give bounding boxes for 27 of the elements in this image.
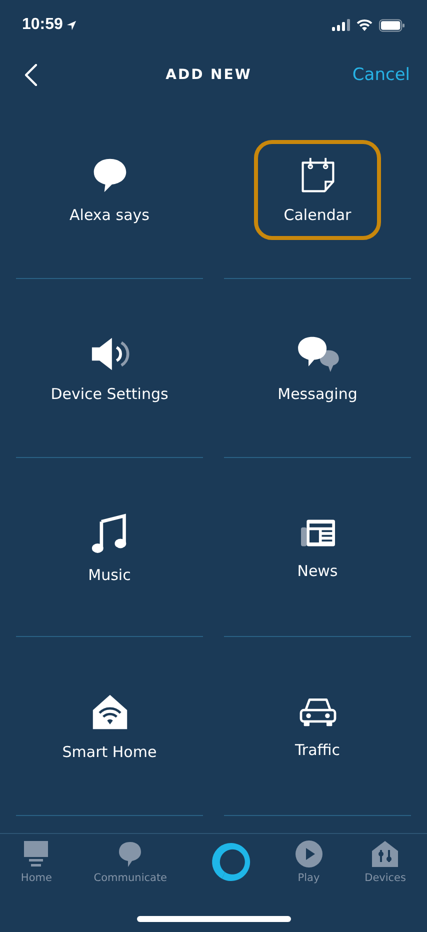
music-note-icon bbox=[90, 512, 128, 554]
cancel-button[interactable]: Cancel bbox=[352, 65, 410, 85]
display-icon bbox=[23, 840, 50, 868]
tile[interactable]: Messaging bbox=[254, 319, 381, 419]
tile[interactable]: Alexa says bbox=[46, 140, 173, 240]
wifi-icon bbox=[356, 19, 373, 31]
play-icon bbox=[294, 840, 323, 868]
tile[interactable]: Music bbox=[46, 498, 173, 598]
page-title: ADD NEW bbox=[166, 67, 252, 83]
tile[interactable]: Device Settings bbox=[46, 319, 173, 419]
devices-tab[interactable]: Devices bbox=[364, 840, 406, 884]
chat-bubbles-icon bbox=[296, 335, 340, 373]
tile[interactable]: News bbox=[254, 498, 381, 598]
status-time: 10:59 bbox=[22, 16, 63, 34]
tile[interactable]: Smart Home bbox=[46, 677, 173, 777]
home-tab[interactable]: Home bbox=[20, 840, 52, 884]
speech-bubble-icon bbox=[117, 840, 144, 868]
battery-icon bbox=[379, 18, 405, 32]
back-icon[interactable] bbox=[25, 64, 37, 86]
tile[interactable]: Traffic bbox=[254, 677, 381, 777]
signal-icon bbox=[332, 19, 350, 31]
house-switch-icon bbox=[371, 840, 400, 868]
communicate-tab[interactable]: Communicate bbox=[94, 840, 168, 884]
location-arrow-icon bbox=[66, 20, 77, 30]
play-tab[interactable]: Play bbox=[294, 840, 323, 884]
highlighted-tile[interactable]: Calendar bbox=[254, 140, 381, 240]
home-wifi-icon bbox=[90, 693, 128, 731]
